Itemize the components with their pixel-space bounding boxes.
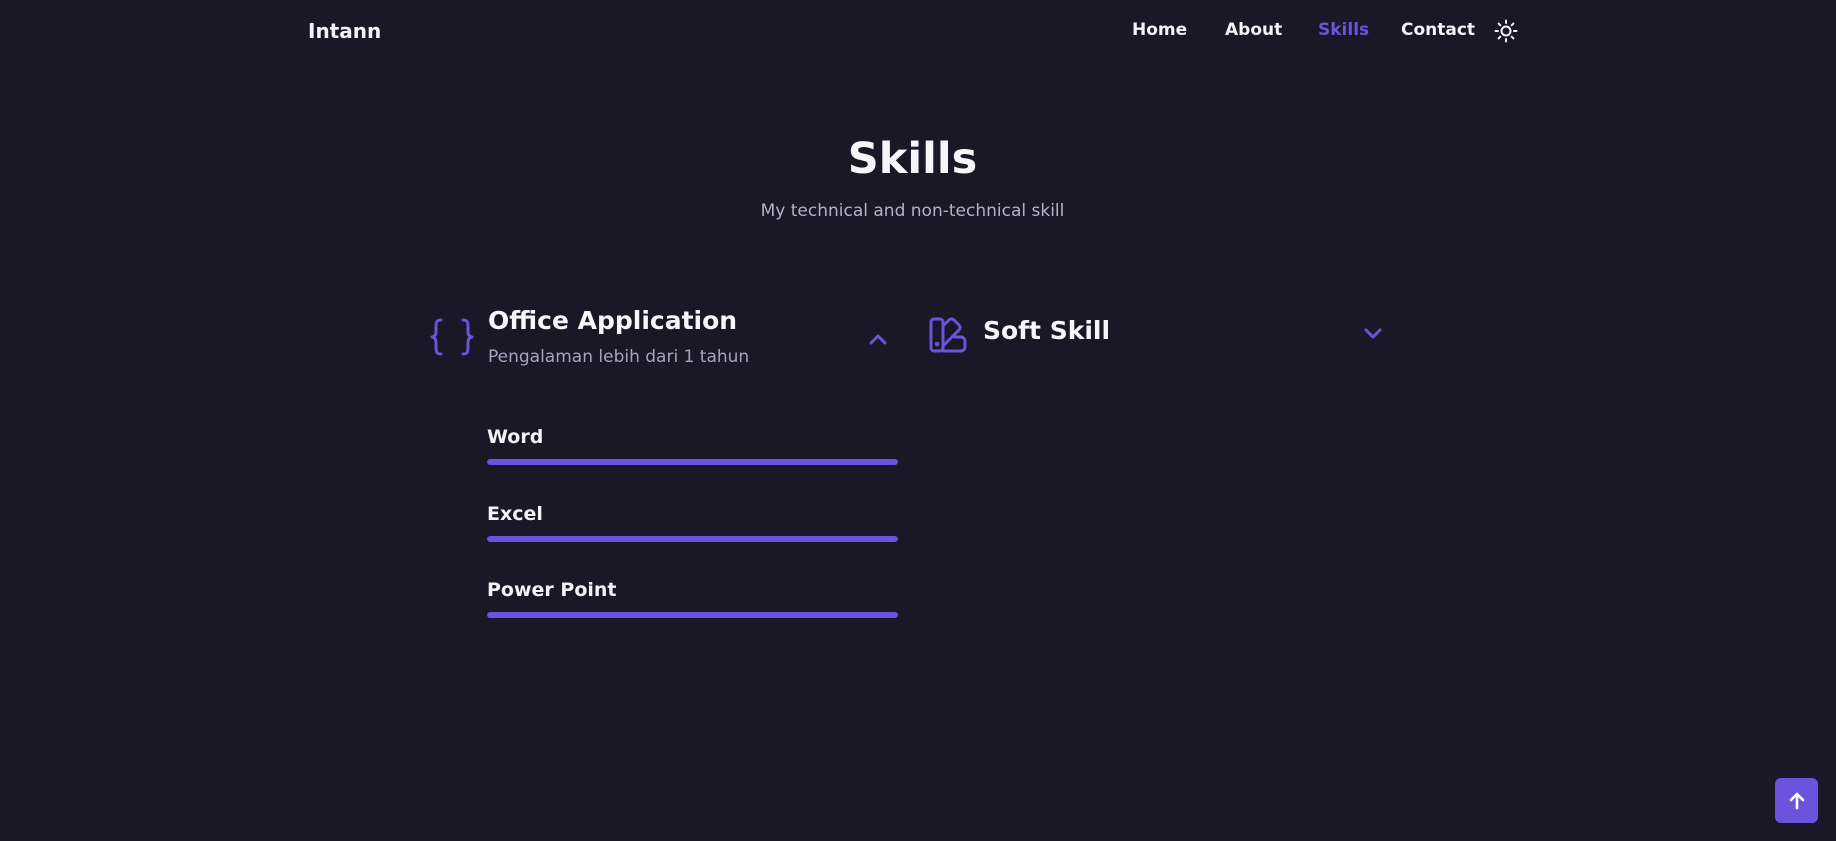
chevron-down-icon[interactable] (1361, 321, 1385, 345)
code-braces-icon (430, 317, 474, 361)
skills-group-title: Soft Skill (983, 316, 1111, 345)
skill-name: Power Point (487, 579, 617, 601)
section-subtitle: My technical and non-technical skill (760, 201, 1065, 221)
skills-group-subtitle: Pengalaman lebih dari 1 tahun (488, 347, 750, 367)
scroll-up-button[interactable] (1775, 778, 1818, 823)
nav-contact[interactable]: Contact (1401, 20, 1475, 40)
sun-icon[interactable] (1494, 19, 1518, 43)
skills-group-title: Office Application (488, 306, 738, 335)
nav-about[interactable]: About (1225, 20, 1282, 40)
skill-bar-fill (487, 536, 898, 542)
skill-item-word: Word (487, 422, 898, 465)
nav-menu: Home About Skills Contact (0, 20, 1836, 44)
section-title: Skills (847, 134, 978, 184)
skill-bar (487, 536, 898, 542)
skill-bar (487, 612, 898, 618)
skill-item-excel: Excel (487, 499, 898, 542)
chevron-up-icon[interactable] (866, 328, 890, 352)
skill-item-powerpoint: Power Point (487, 575, 898, 618)
nav-skills[interactable]: Skills (1318, 20, 1369, 40)
skills-group-softskill-header[interactable]: Soft Skill (928, 310, 1388, 360)
arrow-up-icon (1787, 791, 1807, 811)
skill-name: Word (487, 426, 544, 448)
skills-group-office-header[interactable]: Office Application Pengalaman lebih dari… (430, 300, 890, 380)
header: Intann Home About Skills Contact (0, 0, 1836, 62)
skill-bar-fill (487, 612, 898, 618)
skill-bar-fill (487, 459, 898, 465)
skill-name: Excel (487, 503, 543, 525)
nav-home[interactable]: Home (1132, 20, 1187, 40)
skill-bar (487, 459, 898, 465)
swatchbook-icon (928, 316, 968, 358)
